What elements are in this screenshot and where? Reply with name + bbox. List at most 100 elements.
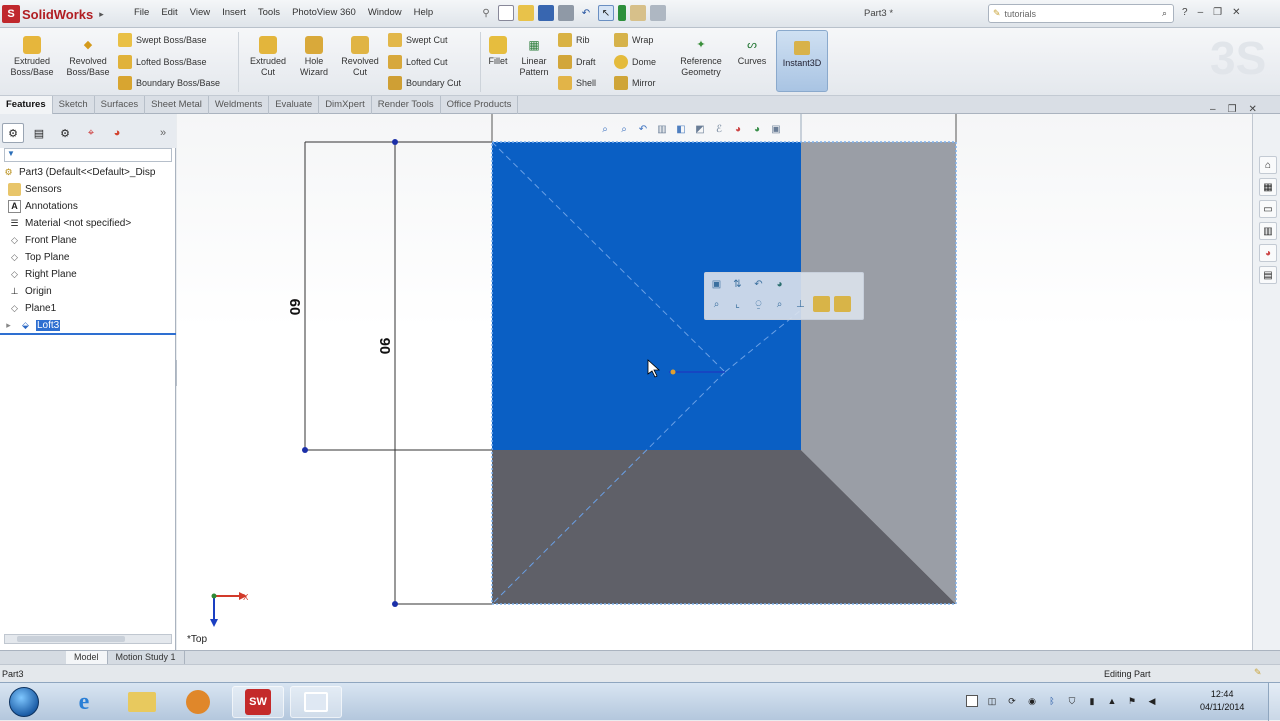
edit-appearance-icon[interactable]: ◕ bbox=[730, 121, 746, 137]
shield-icon[interactable]: ⛉ bbox=[1066, 695, 1078, 707]
minimize-icon[interactable]: – bbox=[1210, 104, 1216, 115]
origin-context-icon[interactable]: ⊥ bbox=[792, 296, 809, 312]
pin-icon[interactable]: ⚲ bbox=[478, 5, 494, 21]
tree-item-right-plane[interactable]: ◇ Right Plane bbox=[8, 266, 77, 282]
scrollbar-thumb[interactable] bbox=[17, 636, 125, 642]
hide-icon[interactable]: ⍜ bbox=[750, 296, 767, 312]
rebuild-status-icon[interactable]: ✎ bbox=[1254, 667, 1262, 678]
dome-button[interactable]: Dome bbox=[614, 55, 656, 69]
apply-scene-icon[interactable]: ◕ bbox=[749, 121, 765, 137]
hole-wizard-button[interactable]: Hole Wizard bbox=[292, 36, 336, 78]
boundary-boss-button[interactable]: Boundary Boss/Base bbox=[118, 76, 220, 90]
revolved-cut-button[interactable]: Revolved Cut bbox=[336, 36, 384, 78]
tab-surfaces[interactable]: Surfaces bbox=[95, 96, 146, 114]
tab-model[interactable]: Model bbox=[66, 651, 108, 664]
search-icon[interactable]: ⌕ bbox=[1162, 8, 1167, 19]
tray-sync-icon[interactable]: ⟳ bbox=[1006, 695, 1018, 707]
model-viewport[interactable]: 60 90 X bbox=[177, 114, 1252, 650]
instant3d-button[interactable]: Instant3D bbox=[776, 30, 828, 92]
solidworks-logo[interactable]: S SolidWorks ▸ bbox=[2, 4, 104, 24]
shell-button[interactable]: Shell bbox=[558, 76, 596, 90]
view-orientation-icon[interactable]: ◧ bbox=[673, 121, 689, 137]
dimension-endpoint[interactable] bbox=[302, 447, 308, 453]
dimxpert-tab-icon[interactable]: ⌖ bbox=[80, 123, 102, 143]
dimension-label-60[interactable]: 60 bbox=[286, 299, 303, 316]
media-player-button[interactable] bbox=[172, 686, 224, 718]
tree-item-front-plane[interactable]: ◇ Front Plane bbox=[8, 232, 77, 248]
hide-show-icon[interactable]: ℰ bbox=[711, 121, 727, 137]
extruded-boss-button[interactable]: Extruded Boss/Base bbox=[6, 36, 58, 78]
tree-item-part[interactable]: ⚙ Part3 (Default<<Default>_Disp bbox=[2, 164, 155, 180]
feature-tree-scrollbar[interactable] bbox=[4, 634, 172, 644]
swept-cut-button[interactable]: Swept Cut bbox=[388, 33, 448, 47]
lofted-cut-button[interactable]: Lofted Cut bbox=[388, 55, 448, 69]
search-input[interactable]: ✎ tutorials ⌕ bbox=[988, 4, 1174, 23]
tab-evaluate[interactable]: Evaluate bbox=[269, 96, 320, 114]
tray-device-icon[interactable]: ▮ bbox=[1086, 695, 1098, 707]
swept-boss-button[interactable]: Swept Boss/Base bbox=[118, 33, 207, 47]
menu-view[interactable]: View bbox=[184, 7, 216, 18]
edit-sketch-icon[interactable]: ⇅ bbox=[729, 276, 746, 292]
undo-icon[interactable]: ↶ bbox=[578, 5, 594, 21]
rebuild-icon[interactable] bbox=[618, 5, 626, 21]
property-manager-tab-icon[interactable]: ▤ bbox=[28, 123, 50, 143]
internet-explorer-button[interactable]: e bbox=[58, 686, 110, 718]
close-icon[interactable]: ✕ bbox=[1232, 7, 1240, 18]
expand-panel-icon[interactable]: » bbox=[152, 123, 174, 143]
menu-window[interactable]: Window bbox=[362, 7, 408, 18]
file-explorer-button[interactable] bbox=[116, 686, 168, 718]
view-settings-icon[interactable]: ▣ bbox=[768, 121, 784, 137]
tree-item-sensors[interactable]: Sensors bbox=[8, 181, 62, 197]
menu-tools[interactable]: Tools bbox=[252, 7, 286, 18]
open-folder-icon[interactable] bbox=[518, 5, 534, 21]
system-clock[interactable]: 12:44 04/11/2014 bbox=[1200, 688, 1244, 714]
tree-item-origin[interactable]: ⊥ Origin bbox=[8, 283, 52, 299]
custom-properties-icon[interactable]: ▤ bbox=[1259, 266, 1277, 284]
design-library-icon[interactable]: ▦ bbox=[1259, 178, 1277, 196]
lofted-boss-button[interactable]: Lofted Boss/Base bbox=[118, 55, 207, 69]
tab-render-tools[interactable]: Render Tools bbox=[372, 96, 441, 114]
menu-photoview[interactable]: PhotoView 360 bbox=[286, 7, 362, 18]
tray-disc-icon[interactable]: ◉ bbox=[1026, 695, 1038, 707]
display-style-icon[interactable]: ◩ bbox=[692, 121, 708, 137]
draft-button[interactable]: Draft bbox=[558, 55, 596, 69]
configuration-tab-icon[interactable]: ⚙ bbox=[54, 123, 76, 143]
volume-icon[interactable]: ◀ bbox=[1146, 695, 1158, 707]
tree-item-loft3[interactable]: ▸ ⬙ Loft3 bbox=[2, 317, 61, 333]
rib-button[interactable]: Rib bbox=[558, 33, 590, 47]
appearances-icon[interactable]: ◕ bbox=[1259, 244, 1277, 262]
solidworks-taskbar-button[interactable]: SW bbox=[232, 686, 284, 718]
feature-tree-tab-icon[interactable]: ⚙ bbox=[2, 123, 24, 143]
section-view-icon[interactable]: ▥ bbox=[654, 121, 670, 137]
file-explorer-icon[interactable]: ▭ bbox=[1259, 200, 1277, 218]
tray-app-icon[interactable] bbox=[966, 695, 978, 707]
appearance-icon[interactable]: ◕ bbox=[771, 276, 788, 292]
signal-icon[interactable]: ▲ bbox=[1106, 695, 1118, 707]
menu-insert[interactable]: Insert bbox=[216, 7, 252, 18]
undo-context-icon[interactable]: ↶ bbox=[750, 276, 767, 292]
previous-view-icon[interactable]: ↶ bbox=[635, 121, 651, 137]
show-desktop-button[interactable] bbox=[1268, 683, 1280, 721]
tab-motion-study[interactable]: Motion Study 1 bbox=[108, 651, 185, 664]
edit-feature-icon[interactable]: ▣ bbox=[708, 276, 725, 292]
zoom-to-fit-icon[interactable]: ⌕ bbox=[597, 121, 613, 137]
tray-network-icon[interactable]: ◫ bbox=[986, 695, 998, 707]
dimension-endpoint[interactable] bbox=[392, 601, 398, 607]
tree-item-material[interactable]: ☰ Material <not specified> bbox=[8, 215, 131, 231]
wrap-button[interactable]: Wrap bbox=[614, 33, 653, 47]
save-icon[interactable] bbox=[538, 5, 554, 21]
feature-filter-input[interactable]: ▼ bbox=[4, 148, 172, 162]
tab-dimxpert[interactable]: DimXpert bbox=[319, 96, 372, 114]
feature-icon[interactable] bbox=[834, 296, 851, 312]
extruded-cut-button[interactable]: Extruded Cut bbox=[242, 36, 294, 78]
fillet-button[interactable]: Fillet bbox=[484, 36, 512, 67]
select-icon[interactable]: ↖ bbox=[598, 5, 614, 21]
start-button[interactable] bbox=[4, 685, 44, 719]
tab-features[interactable]: Features bbox=[0, 96, 53, 114]
options-icon[interactable] bbox=[650, 5, 666, 21]
tree-item-plane1[interactable]: ◇ Plane1 bbox=[8, 300, 56, 316]
tab-sketch[interactable]: Sketch bbox=[53, 96, 95, 114]
display-manager-tab-icon[interactable]: ◕ bbox=[106, 123, 128, 143]
solidworks-resources-icon[interactable]: ⌂ bbox=[1259, 156, 1277, 174]
menu-file[interactable]: File bbox=[128, 7, 155, 18]
